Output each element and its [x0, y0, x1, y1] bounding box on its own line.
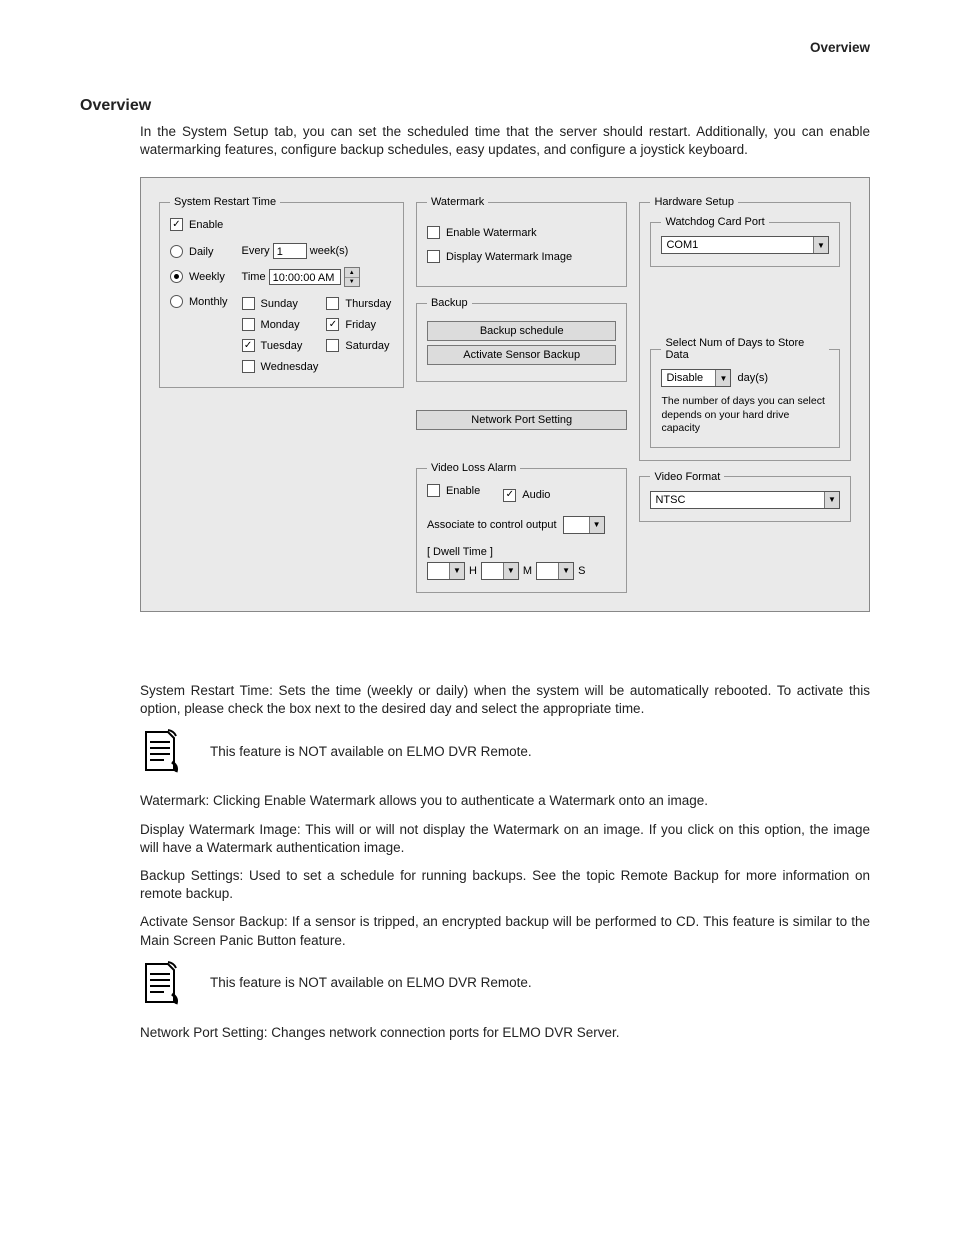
video-loss-group: Video Loss Alarm Enable Audio Associate … [416, 462, 628, 593]
videoloss-enable-checkbox[interactable]: Enable [427, 484, 480, 497]
hardware-legend: Hardware Setup [650, 196, 738, 208]
chevron-down-icon: ▼ [715, 370, 730, 386]
store-days-combo[interactable]: Disable▼ [661, 369, 731, 387]
restart-time-input[interactable]: 10:00:00 AM [269, 269, 341, 285]
note-row-1: This feature is NOT available on ELMO DV… [140, 728, 870, 774]
watermark-display-checkbox[interactable]: Display Watermark Image [427, 250, 572, 263]
video-format-combo[interactable]: NTSC▼ [650, 491, 840, 509]
note-row-2: This feature is NOT available on ELMO DV… [140, 960, 870, 1006]
hardware-group: Hardware Setup Watchdog Card Port COM1▼ … [639, 196, 851, 460]
section-title: Overview [80, 97, 884, 115]
video-loss-legend: Video Loss Alarm [427, 462, 520, 474]
store-days-note: The number of days you can select depend… [661, 395, 829, 434]
restart-legend: System Restart Time [170, 196, 280, 208]
note-text-2: This feature is NOT available on ELMO DV… [210, 975, 532, 990]
day-saturday[interactable]: Saturday [326, 339, 393, 352]
videoloss-audio-checkbox[interactable]: Audio [503, 489, 550, 502]
dwell-h-combo[interactable]: ▼ [427, 562, 465, 580]
video-format-legend: Video Format [650, 471, 724, 483]
restart-days-grid: Sunday Thursday Monday Friday Tuesday Sa… [242, 295, 393, 375]
restart-weekly-radio[interactable]: Weekly [170, 270, 228, 283]
store-days-group: Select Num of Days to Store Data Disable… [650, 337, 840, 447]
backup-group: Backup Backup schedule Activate Sensor B… [416, 297, 628, 382]
watchdog-combo[interactable]: COM1▼ [661, 236, 829, 254]
activate-sensor-backup-button[interactable]: Activate Sensor Backup [427, 345, 617, 365]
day-thursday[interactable]: Thursday [326, 297, 393, 310]
restart-monthly-radio[interactable]: Monthly [170, 295, 228, 308]
page-header: Overview [80, 40, 884, 55]
day-monday[interactable]: Monday [242, 318, 319, 331]
radio-icon [170, 245, 183, 258]
day-sunday[interactable]: Sunday [242, 297, 319, 310]
restart-every-input[interactable]: 1 [273, 243, 307, 259]
associate-combo[interactable]: ▼ [563, 516, 605, 534]
radio-icon [170, 295, 183, 308]
chevron-down-icon: ▼ [813, 237, 828, 253]
network-port-button[interactable]: Network Port Setting [416, 410, 628, 430]
day-wednesday[interactable]: Wednesday [242, 360, 319, 373]
dwell-s-combo[interactable]: ▼ [536, 562, 574, 580]
restart-daily-radio[interactable]: Daily [170, 245, 228, 258]
store-days-legend: Select Num of Days to Store Data [661, 337, 829, 361]
para-backup: Backup Settings: Used to set a schedule … [140, 867, 870, 903]
para-network-port: Network Port Setting: Changes network co… [140, 1024, 870, 1042]
restart-every-row: Every 1 week(s) [242, 243, 393, 259]
restart-enable-label: Enable [189, 219, 223, 231]
para-display-watermark: Display Watermark Image: This will or wi… [140, 821, 870, 857]
para-activate-sensor: Activate Sensor Backup: If a sensor is t… [140, 913, 870, 949]
para-watermark: Watermark: Clicking Enable Watermark all… [140, 792, 870, 810]
system-setup-screenshot: System Restart Time Enable Daily Weekly [140, 177, 870, 612]
backup-legend: Backup [427, 297, 472, 309]
para-restart: System Restart Time: Sets the time (week… [140, 682, 870, 718]
chevron-down-icon: ▼ [824, 492, 839, 508]
intro-paragraph: In the System Setup tab, you can set the… [140, 123, 870, 159]
note-icon [140, 960, 180, 1006]
backup-schedule-button[interactable]: Backup schedule [427, 321, 617, 341]
video-format-group: Video Format NTSC▼ [639, 471, 851, 522]
dwell-m-combo[interactable]: ▼ [481, 562, 519, 580]
watermark-group: Watermark Enable Watermark Display Water… [416, 196, 628, 287]
chevron-down-icon: ▼ [589, 517, 604, 533]
time-spinner[interactable]: ▲▼ [344, 267, 360, 287]
note-icon [140, 728, 180, 774]
associate-label: Associate to control output [427, 519, 557, 531]
checkbox-icon [170, 218, 183, 231]
restart-group: System Restart Time Enable Daily Weekly [159, 196, 404, 388]
dwell-time-label: [ Dwell Time ] [427, 546, 617, 558]
watchdog-group: Watchdog Card Port COM1▼ [650, 216, 840, 267]
watchdog-legend: Watchdog Card Port [661, 216, 768, 228]
restart-enable-checkbox[interactable]: Enable [170, 218, 223, 231]
note-text-1: This feature is NOT available on ELMO DV… [210, 744, 532, 759]
watermark-enable-checkbox[interactable]: Enable Watermark [427, 226, 537, 239]
restart-time-row: Time 10:00:00 AM ▲▼ [242, 267, 393, 287]
day-tuesday[interactable]: Tuesday [242, 339, 319, 352]
radio-icon [170, 270, 183, 283]
watermark-legend: Watermark [427, 196, 488, 208]
day-friday[interactable]: Friday [326, 318, 393, 331]
